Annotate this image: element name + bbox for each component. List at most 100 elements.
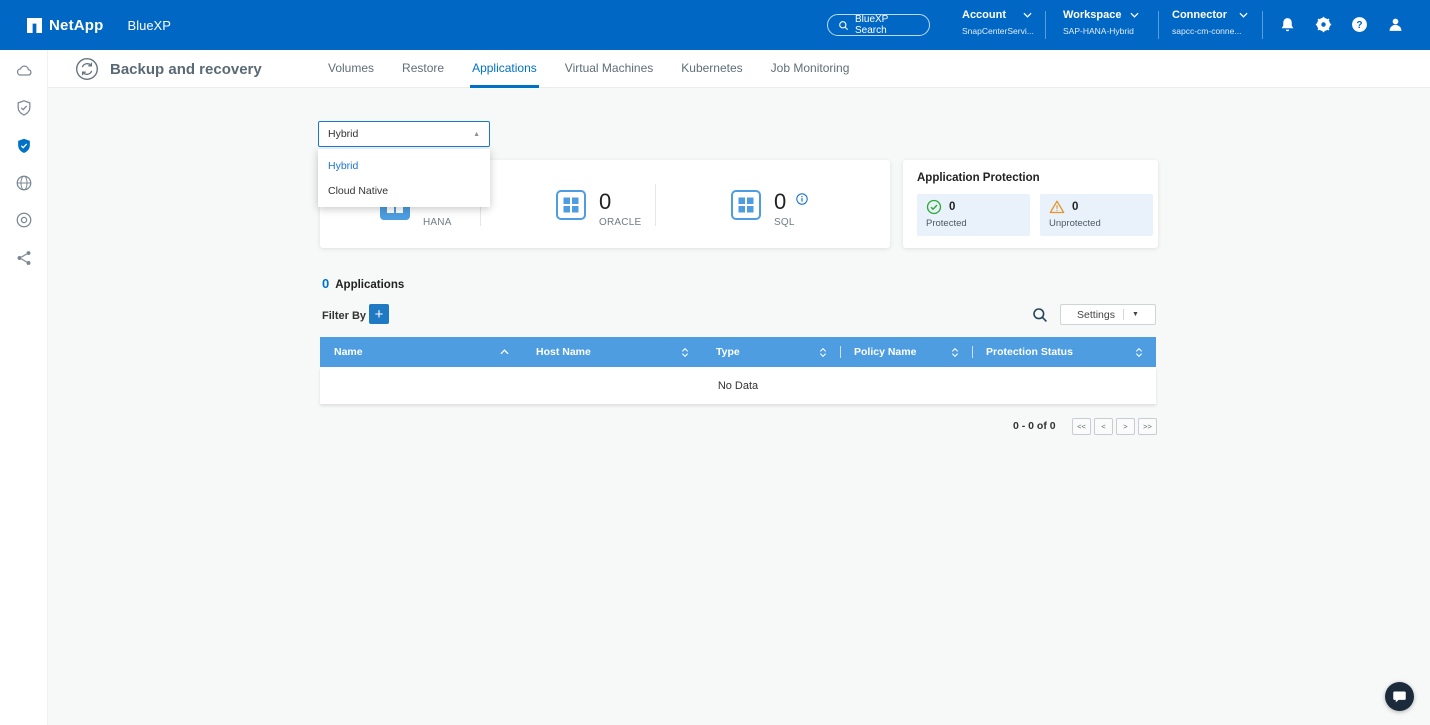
option-cloud-native[interactable]: Cloud Native	[318, 178, 490, 203]
account-value: SnapCenterServi...	[962, 26, 1032, 36]
unprotected-count: 0	[1072, 201, 1078, 213]
connector-value: sapcc-cm-conne...	[1172, 26, 1248, 36]
search-icon[interactable]	[1032, 307, 1048, 323]
first-page-button[interactable]: <<	[1072, 418, 1091, 435]
tab-volumes[interactable]: Volumes	[326, 50, 376, 88]
chat-widget-button[interactable]	[1385, 682, 1414, 711]
connector-label: Connector	[1172, 9, 1227, 21]
check-circle-icon	[926, 199, 942, 215]
divider	[1123, 309, 1124, 320]
tab-applications[interactable]: Applications	[470, 50, 539, 88]
cloud-icon[interactable]	[15, 62, 33, 80]
search-label: BlueXP Search	[855, 14, 919, 36]
service-header: Backup and recovery Volumes Restore Appl…	[48, 50, 1430, 88]
shield-icon[interactable]	[15, 137, 33, 155]
settings-button[interactable]: Settings ▼	[1060, 304, 1156, 325]
divider	[1045, 11, 1046, 39]
connector-menu[interactable]: Connector sapcc-cm-conne...	[1172, 9, 1248, 36]
column-host-name[interactable]: Host Name	[522, 337, 702, 367]
account-label: Account	[962, 9, 1006, 21]
sql-label: SQL	[774, 217, 795, 228]
main-content: Hybrid ▲ Hybrid Cloud Native HANA 0 ORAC…	[48, 88, 1430, 725]
tab-restore[interactable]: Restore	[400, 50, 446, 88]
left-rail	[0, 50, 48, 725]
divider	[1262, 11, 1263, 39]
chevron-down-icon	[1130, 12, 1139, 18]
filter-by-label: Filter By	[322, 310, 366, 322]
column-policy-name[interactable]: Policy Name	[840, 337, 972, 367]
svg-text:?: ?	[1356, 20, 1362, 31]
applications-table: Name Host Name Type	[320, 337, 1156, 404]
account-menu[interactable]: Account SnapCenterServi...	[962, 9, 1032, 36]
chevron-down-icon	[1023, 12, 1032, 18]
unprotected-label: Unprotected	[1049, 218, 1144, 229]
search-icon	[838, 20, 849, 31]
applications-count: 0	[322, 276, 329, 291]
tab-kubernetes[interactable]: Kubernetes	[679, 50, 744, 88]
tab-job-monitoring[interactable]: Job Monitoring	[769, 50, 852, 88]
bell-icon[interactable]	[1279, 16, 1296, 33]
column-label: Name	[334, 346, 363, 358]
add-filter-button[interactable]: +	[369, 304, 389, 324]
column-label: Protection Status	[986, 346, 1073, 358]
sort-icon[interactable]	[819, 348, 827, 357]
netapp-logo-icon	[27, 18, 42, 33]
empty-state: No Data	[320, 367, 1156, 404]
option-hybrid[interactable]: Hybrid	[318, 153, 490, 178]
warning-triangle-icon	[1049, 199, 1065, 215]
app-type-select-value: Hybrid	[328, 128, 358, 140]
workspace-menu[interactable]: Workspace SAP-HANA-Hybrid	[1063, 9, 1139, 36]
bluexp-search[interactable]: BlueXP Search	[827, 14, 930, 36]
column-label: Type	[716, 346, 740, 358]
sql-summary: 0 SQL	[731, 190, 795, 228]
divider	[655, 184, 656, 226]
shield-check-icon[interactable]	[15, 99, 33, 117]
column-type[interactable]: Type	[702, 337, 840, 367]
column-label: Policy Name	[854, 346, 916, 358]
share-nodes-icon[interactable]	[15, 249, 33, 267]
sort-icon[interactable]	[1135, 348, 1143, 357]
chevron-down-icon: ▼	[1132, 311, 1139, 318]
globe-icon[interactable]	[15, 174, 33, 192]
oracle-summary: 0 ORACLE	[556, 190, 641, 228]
column-divider	[840, 346, 841, 358]
sort-icon[interactable]	[951, 348, 959, 357]
workspace-label: Workspace	[1063, 9, 1122, 21]
last-page-button[interactable]: >>	[1138, 418, 1157, 435]
brand: NetApp BlueXP	[27, 0, 171, 50]
app-type-select[interactable]: Hybrid ▲	[318, 121, 490, 147]
application-protection-card: Application Protection 0 Protected 0 Unp…	[903, 160, 1158, 248]
oracle-label: ORACLE	[599, 217, 641, 228]
tab-virtual-machines[interactable]: Virtual Machines	[563, 50, 656, 88]
next-page-button[interactable]: >	[1116, 418, 1135, 435]
column-name[interactable]: Name	[320, 337, 522, 367]
column-protection-status[interactable]: Protection Status	[972, 337, 1156, 367]
service-tabs: Volumes Restore Applications Virtual Mac…	[326, 50, 851, 88]
column-label: Host Name	[536, 346, 591, 358]
sql-count: 0	[774, 190, 795, 214]
pagination-controls: << < > >>	[1072, 418, 1157, 435]
oracle-app-icon	[556, 190, 586, 228]
unprotected-tile: 0 Unprotected	[1040, 194, 1153, 236]
table-header: Name Host Name Type	[320, 337, 1156, 367]
workspace-value: SAP-HANA-Hybrid	[1063, 26, 1139, 36]
protected-label: Protected	[926, 218, 1021, 229]
sort-icon[interactable]	[681, 348, 689, 357]
divider	[1158, 11, 1159, 39]
app-type-dropdown: Hybrid Cloud Native	[318, 149, 490, 207]
info-icon[interactable]	[796, 193, 808, 205]
hana-label: HANA	[423, 217, 452, 228]
protection-title: Application Protection	[917, 172, 1040, 184]
oracle-count: 0	[599, 190, 641, 214]
prev-page-button[interactable]: <	[1094, 418, 1113, 435]
pagination-range: 0 - 0 of 0	[1013, 420, 1056, 432]
protected-tile: 0 Protected	[917, 194, 1030, 236]
sort-asc-icon[interactable]	[500, 349, 509, 355]
target-icon[interactable]	[15, 211, 33, 229]
top-nav-bar: NetApp BlueXP BlueXP Search Account Snap…	[0, 0, 1430, 50]
product-name: BlueXP	[128, 18, 171, 33]
user-avatar-icon[interactable]	[1387, 16, 1404, 33]
settings-label: Settings	[1077, 309, 1115, 321]
help-icon[interactable]: ?	[1351, 16, 1368, 33]
gear-icon[interactable]	[1315, 16, 1332, 33]
